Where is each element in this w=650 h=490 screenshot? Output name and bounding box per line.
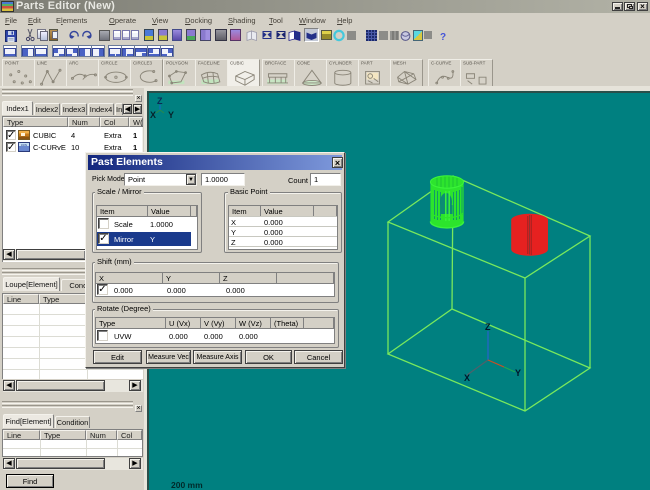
svg-text:200 mm: 200 mm: [171, 480, 203, 490]
svg-text:Z: Z: [157, 96, 163, 106]
svg-text:X: X: [464, 373, 470, 383]
svg-text:X: X: [150, 110, 156, 120]
svg-text:Z: Z: [485, 322, 491, 332]
svg-text:Y: Y: [515, 368, 521, 378]
svg-text:Y: Y: [168, 110, 174, 120]
